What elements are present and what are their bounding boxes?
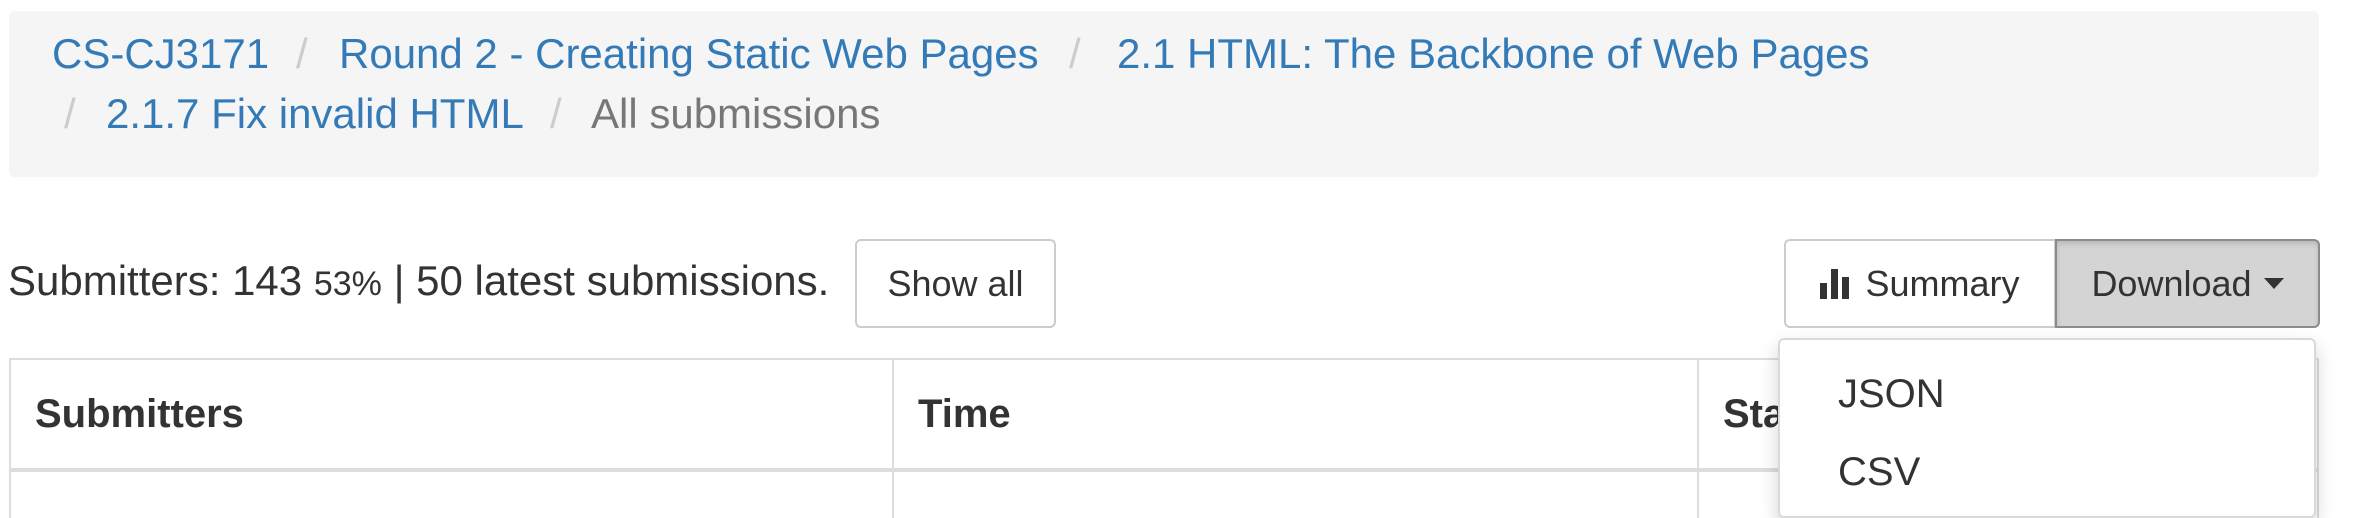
submission-stats: Submitters: 143 53% | 50 latest submissi… [8,260,829,302]
breadcrumb-chapter[interactable]: 2.1 HTML: The Backbone of Web Pages [1117,33,1870,75]
show-all-button[interactable]: Show all [855,239,1056,328]
breadcrumb-separator: / [1069,30,1081,77]
caret-down-icon [2263,278,2284,289]
breadcrumb-separator: / [550,90,562,137]
breadcrumb-separator: / [64,90,76,137]
bar-chart-icon [1820,268,1850,299]
column-header-time[interactable]: Time [894,360,1699,472]
download-csv-option[interactable]: CSV [1838,452,1920,492]
breadcrumb-round[interactable]: Round 2 - Creating Static Web Pages [339,33,1039,75]
breadcrumb-course[interactable]: CS-CJ3171 [52,33,269,75]
breadcrumb: CS-CJ3171 / Round 2 - Creating Static We… [9,11,2319,177]
submitters-count: Submitters: 143 [8,257,303,304]
column-header-submitters[interactable]: Submitters [11,360,894,472]
latest-submissions-text: | 50 latest submissions. [393,257,830,304]
submitters-percent: 53% [313,265,382,303]
breadcrumb-exercise[interactable]: 2.1.7 Fix invalid HTML [106,93,524,135]
breadcrumb-separator: / [296,30,308,77]
download-dropdown-menu: JSON CSV [1778,338,2316,518]
download-label: Download [2091,262,2252,304]
download-button[interactable]: Download [2055,239,2320,328]
download-json-option[interactable]: JSON [1838,374,1945,414]
summary-label: Summary [1865,262,2020,304]
breadcrumb-current: All submissions [591,90,881,137]
summary-button[interactable]: Summary [1784,239,2056,328]
